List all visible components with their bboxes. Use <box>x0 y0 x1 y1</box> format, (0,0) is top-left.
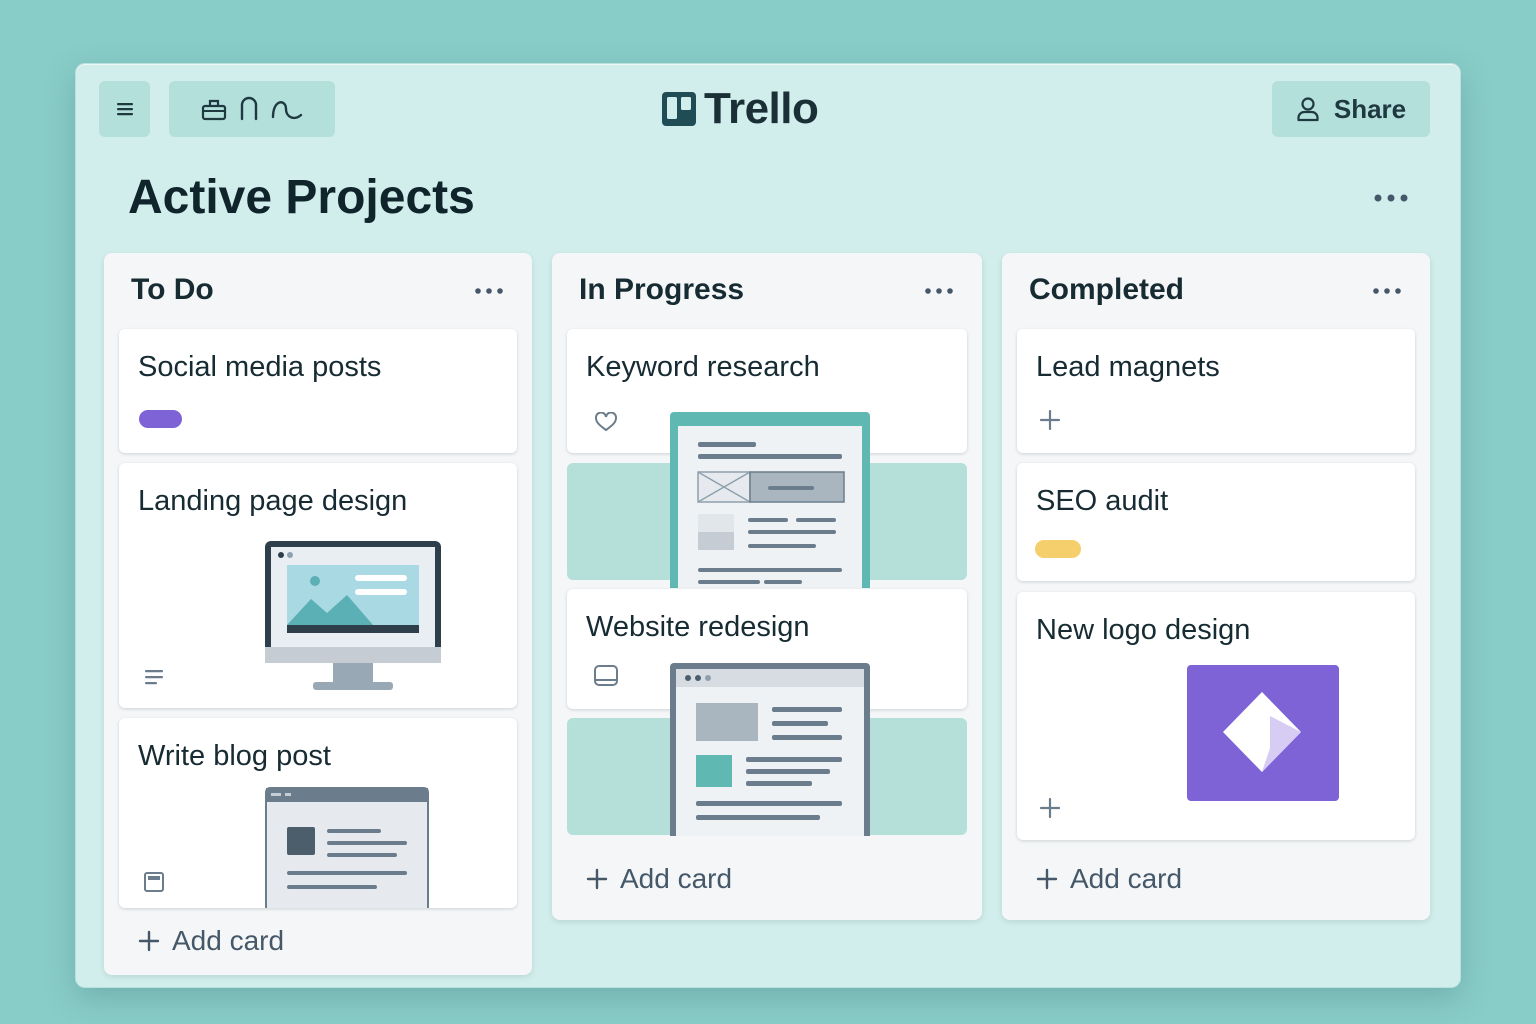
magnet-icon[interactable] <box>238 95 260 123</box>
card-title: Website redesign <box>586 611 810 643</box>
list-in-progress: In Progress Keyword research Website red… <box>552 253 982 920</box>
card-new-logo-design[interactable]: New logo design <box>1017 592 1415 840</box>
card-landing-page-design[interactable]: Landing page design <box>119 463 517 708</box>
document-illustration <box>670 412 870 588</box>
list-to-do: To Do Social media posts Landing page de… <box>104 253 532 975</box>
menu-button[interactable] <box>99 81 150 137</box>
add-card-button[interactable]: Add card <box>138 925 284 957</box>
card-title: New logo design <box>1036 614 1251 646</box>
blog-page-illustration <box>265 787 429 908</box>
card-title: SEO audit <box>1036 485 1169 517</box>
list-title[interactable]: To Do <box>131 273 214 307</box>
list-more-icon[interactable] <box>474 285 504 297</box>
card-title: Landing page design <box>138 485 408 517</box>
app-name: Trello <box>704 84 819 133</box>
card-seo-audit[interactable]: SEO audit <box>1017 463 1415 581</box>
briefcase-icon[interactable] <box>200 95 228 123</box>
card-title: Keyword research <box>586 351 820 383</box>
card-label-purple <box>139 410 182 428</box>
plus-icon[interactable] <box>1039 409 1061 431</box>
hamburger-icon <box>116 103 133 116</box>
board-title[interactable]: Active Projects <box>128 170 475 225</box>
card-label-yellow <box>1035 540 1081 558</box>
card-title: Lead magnets <box>1036 351 1220 383</box>
card-write-blog-post[interactable]: Write blog post <box>119 718 517 908</box>
comment-icon <box>594 665 618 686</box>
board-window: Trello Share Active Projects To Do Socia… <box>75 63 1461 988</box>
card-title: Write blog post <box>138 740 331 772</box>
squiggle-icon[interactable] <box>270 95 304 123</box>
plus-icon <box>586 868 608 890</box>
webpage-illustration <box>670 663 870 836</box>
description-icon <box>145 670 163 685</box>
list-title[interactable]: Completed <box>1029 273 1184 307</box>
plus-icon <box>1036 868 1058 890</box>
list-more-icon[interactable] <box>1372 285 1402 297</box>
card-lead-magnets[interactable]: Lead magnets <box>1017 329 1415 453</box>
plus-icon[interactable] <box>1039 797 1061 819</box>
board-more-icon[interactable] <box>1372 190 1412 206</box>
share-label: Share <box>1333 93 1407 124</box>
card-social-media-posts[interactable]: Social media posts <box>119 329 517 453</box>
board-tools-button[interactable] <box>169 81 335 137</box>
add-card-label: Add card <box>1070 863 1183 894</box>
desktop-monitor-illustration <box>265 541 441 690</box>
logo-design-illustration <box>1187 665 1339 801</box>
list-completed: Completed Lead magnets SEO audit New log… <box>1002 253 1430 920</box>
user-icon <box>1297 97 1319 122</box>
add-card-label: Add card <box>620 863 733 894</box>
checklist-icon <box>144 872 164 892</box>
list-title[interactable]: In Progress <box>579 273 744 307</box>
add-card-label: Add card <box>172 925 285 956</box>
trello-logo-icon <box>662 92 696 126</box>
list-more-icon[interactable] <box>924 285 954 297</box>
share-button[interactable]: Share <box>1272 81 1430 137</box>
add-card-button[interactable]: Add card <box>586 863 732 895</box>
plus-icon <box>138 930 160 952</box>
add-card-button[interactable]: Add card <box>1036 863 1182 895</box>
card-title: Social media posts <box>138 351 382 383</box>
trello-logo: Trello <box>662 84 819 133</box>
heart-icon <box>595 412 617 432</box>
